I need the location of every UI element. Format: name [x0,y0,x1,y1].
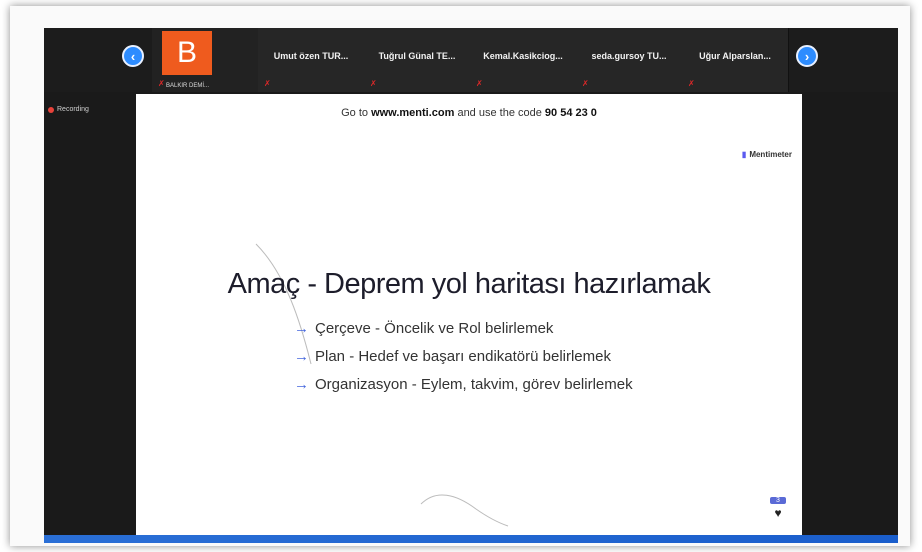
participant-strip: ‹ B ✗ BALKIR DEMİ... Umut özen TUR... ✗ … [44,28,898,92]
participant-tile[interactable]: Umut özen TUR... ✗ [258,28,365,92]
shared-slide: Go to www.menti.com and use the code 90 … [136,94,802,538]
participant-name: BALKIR DEMİ... [166,83,210,89]
participant-name: Kemal.Kasikciog... [483,51,563,61]
mic-muted-icon: ✗ [158,79,165,88]
bullet-text: Çerçeve - Öncelik ve Rol belirlemek [315,320,554,337]
participant-name: Tuğrul Günal TE... [378,51,456,61]
bullet-item: → Plan - Hedef ve başarı endikatörü belir… [294,348,633,365]
bullet-item: → Organizasyon - Eylem, takvim, görev bel… [294,376,633,393]
annotation-strokes [255,243,509,527]
mic-muted-icon: ✗ [582,79,589,88]
bullet-text: Organizasyon - Eylem, takvim, görev beli… [315,376,633,393]
record-dot-icon [48,106,54,113]
avatar: B [162,31,212,75]
participant-tile-active[interactable]: B ✗ BALKIR DEMİ... [152,28,259,92]
arrow-right-icon: → [294,348,309,365]
reaction-count: 3 [770,497,786,504]
recording-label: Recording [57,106,89,113]
heart-icon: ♥ [774,506,782,520]
reaction-button[interactable]: 3 ♥ [770,497,786,520]
bottom-toolbar-edge [44,535,898,543]
mic-muted-icon: ✗ [476,79,483,88]
slide-title: Amaç - Deprem yol haritası hazırlamak [227,268,711,300]
participant-tile[interactable]: Uğur Alparslan... ✗ [682,28,789,92]
mic-muted-icon: ✗ [370,79,377,88]
screenshot-frame: ‹ B ✗ BALKIR DEMİ... Umut özen TUR... ✗ … [10,6,910,546]
participant-name: Umut özen TUR... [273,51,349,61]
pen-stroke [420,494,509,527]
participant-name: Uğur Alparslan... [699,51,771,61]
arrow-right-icon: → [294,376,309,393]
chevron-right-icon[interactable]: › [796,45,818,67]
participant-name: seda.gursoy TU... [591,51,667,61]
bullet-list: → Çerçeve - Öncelik ve Rol belirlemek → Pl… [294,320,633,404]
participant-tile[interactable]: Kemal.Kasikciog... ✗ [470,28,577,92]
mic-muted-icon: ✗ [688,79,695,88]
arrow-right-icon: → [294,320,309,337]
chevron-left-icon[interactable]: ‹ [122,45,144,67]
bullet-text: Plan - Hedef ve başarı endikatörü belirl… [315,348,611,365]
recording-indicator[interactable]: Recording [48,106,89,113]
participant-tile[interactable]: seda.gursoy TU... ✗ [576,28,683,92]
mic-muted-icon: ✗ [264,79,271,88]
participant-tile[interactable]: Tuğrul Günal TE... ✗ [364,28,471,92]
meeting-window: ‹ B ✗ BALKIR DEMİ... Umut özen TUR... ✗ … [44,28,898,543]
bullet-item: → Çerçeve - Öncelik ve Rol belirlemek [294,320,633,337]
